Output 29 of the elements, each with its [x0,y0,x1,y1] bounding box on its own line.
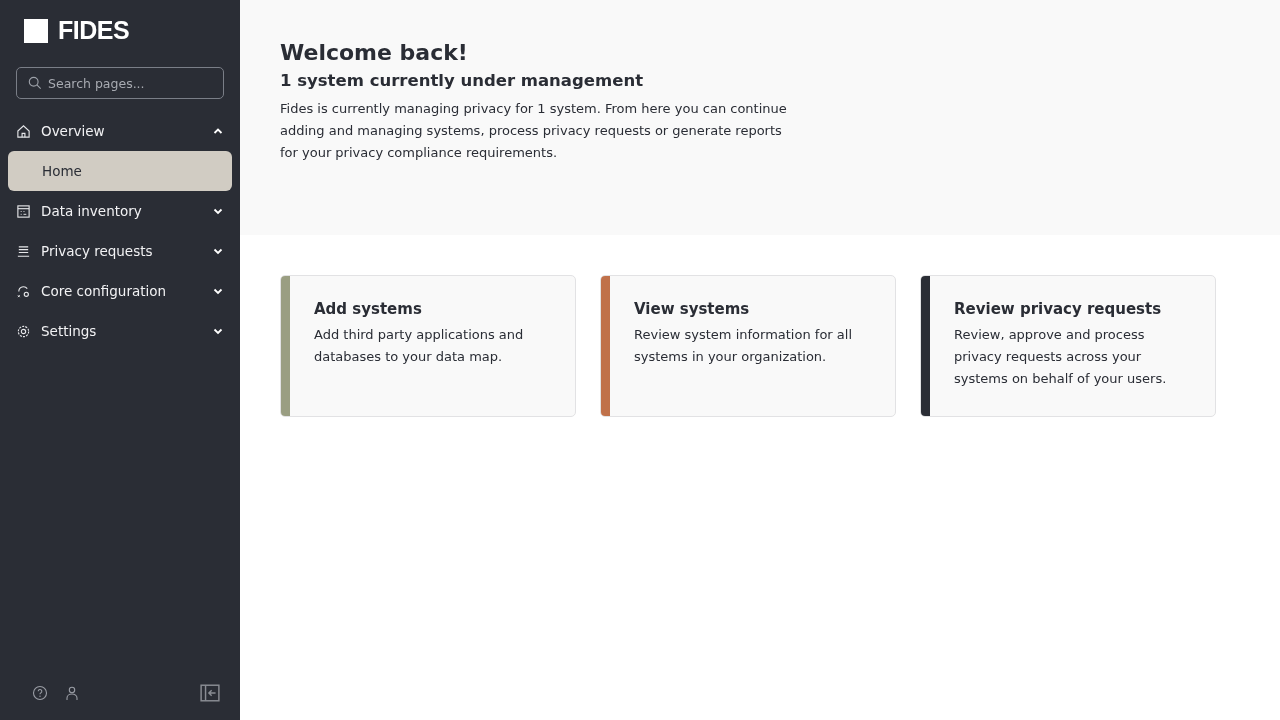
collapse-sidebar-icon[interactable] [200,684,220,702]
card-title: Review privacy requests [954,300,1163,318]
nav-group[interactable]: Data inventory [8,191,232,231]
nav-group[interactable]: Privacy requests [8,231,232,271]
action-card[interactable]: View systems Review system information for all systems in your organization. [600,275,896,417]
search-field[interactable]: Search pages... [16,67,224,99]
card-description: Review, approve and process privacy requests across your systems on behalf of your users. [954,326,1168,388]
card-description: Review system information for all systems in your organization. [634,326,853,366]
nav-group[interactable]: Settings [8,311,232,351]
stack-icon [16,243,31,259]
logo: FIDES [58,16,130,45]
card-title: Add systems [314,300,423,318]
nav-group[interactable]: Core configuration [8,271,232,311]
gear-icon [16,323,31,339]
logo-square-icon [24,18,48,43]
page-description: Fides is currently managing privacy for 1 system. From here you can continue adding and managing systems, process privacy requests or generate reports for your privacy compliance requirements. [280,100,788,162]
card-title: View systems [634,300,751,318]
card-description: Add third party applications and databases to your data map. [314,326,525,366]
search-icon [28,76,42,90]
nav-item[interactable]: Home [8,151,232,191]
page-subtitle: 1 system currently under management [280,71,645,90]
house-icon [16,123,31,139]
nav-group[interactable]: Overview [8,111,232,151]
help-icon[interactable] [32,685,48,701]
user-icon[interactable] [64,685,80,701]
page-title: Welcome back! [280,40,469,65]
action-card[interactable]: Add systems Add third party applications and databases to your data map. [280,275,576,417]
action-card[interactable]: Review privacy requests Review, approve and process privacy requests across your systems on behalf of your users. [920,275,1216,417]
calendar-icon [16,203,31,219]
